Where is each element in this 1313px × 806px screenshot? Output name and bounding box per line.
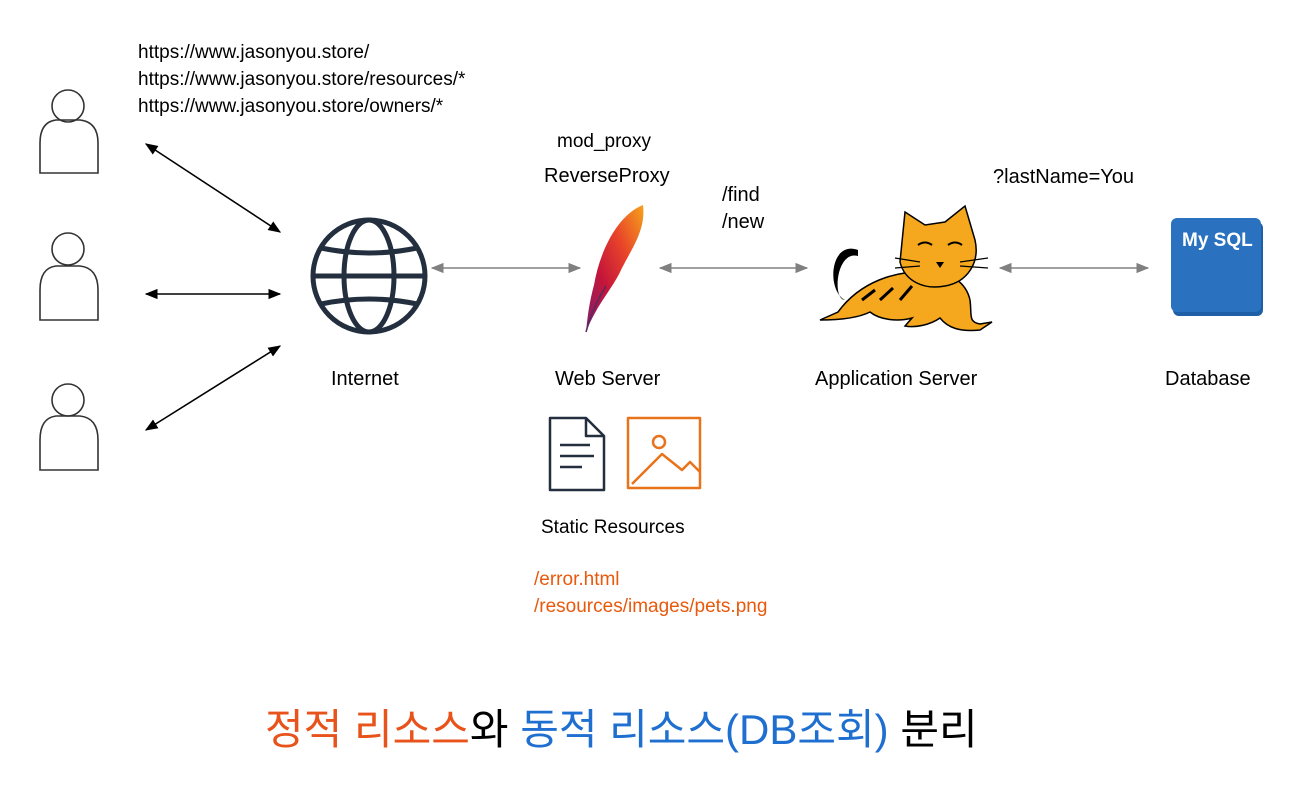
- url-root: https://www.jasonyou.store/: [138, 42, 370, 63]
- internet-label: Internet: [331, 368, 399, 390]
- query-label: ?lastName=You: [993, 166, 1135, 188]
- static-paths: /error.html /resources/images/pets.png: [534, 566, 767, 620]
- user-icon: [39, 89, 99, 174]
- caption: 정적 리소스와 동적 리소스(DB조회) 분리: [265, 696, 978, 757]
- caption-dynamic: 동적 리소스(DB조회): [520, 706, 889, 753]
- static-resources-label: Static Resources: [541, 517, 685, 538]
- caption-separation: 분리: [888, 706, 978, 753]
- arrow: [144, 345, 282, 431]
- static-path-image: /resources/images/pets.png: [534, 596, 768, 617]
- diagram-canvas: [39, 89, 1263, 492]
- app-paths: /find /new: [722, 182, 764, 236]
- static-path-error: /error.html: [534, 569, 620, 590]
- path-new: /new: [722, 211, 765, 233]
- apache-feather-icon: [585, 205, 644, 333]
- path-find: /find: [722, 184, 760, 206]
- url-owners: https://www.jasonyou.store/owners/*: [138, 96, 444, 117]
- caption-and: 와: [469, 706, 521, 753]
- application-server-label: Application Server: [815, 368, 978, 390]
- globe-icon: [310, 217, 428, 335]
- arrow: [144, 143, 282, 233]
- module-label: mod_proxy: [557, 131, 651, 152]
- tomcat-icon: [819, 204, 993, 332]
- document-icon: [548, 416, 606, 492]
- reverse-proxy-label: ReverseProxy: [544, 165, 670, 187]
- image-icon: [626, 416, 702, 490]
- user-icon: [39, 383, 99, 471]
- user-icon: [39, 232, 99, 321]
- mysql-logo-text: My SQL: [1182, 230, 1253, 251]
- caption-static: 정적 리소스: [265, 706, 470, 753]
- web-server-label: Web Server: [555, 368, 661, 390]
- url-list: https://www.jasonyou.store/ https://www.…: [138, 39, 465, 120]
- url-resources: https://www.jasonyou.store/resources/*: [138, 69, 466, 90]
- database-label: Database: [1165, 368, 1251, 390]
